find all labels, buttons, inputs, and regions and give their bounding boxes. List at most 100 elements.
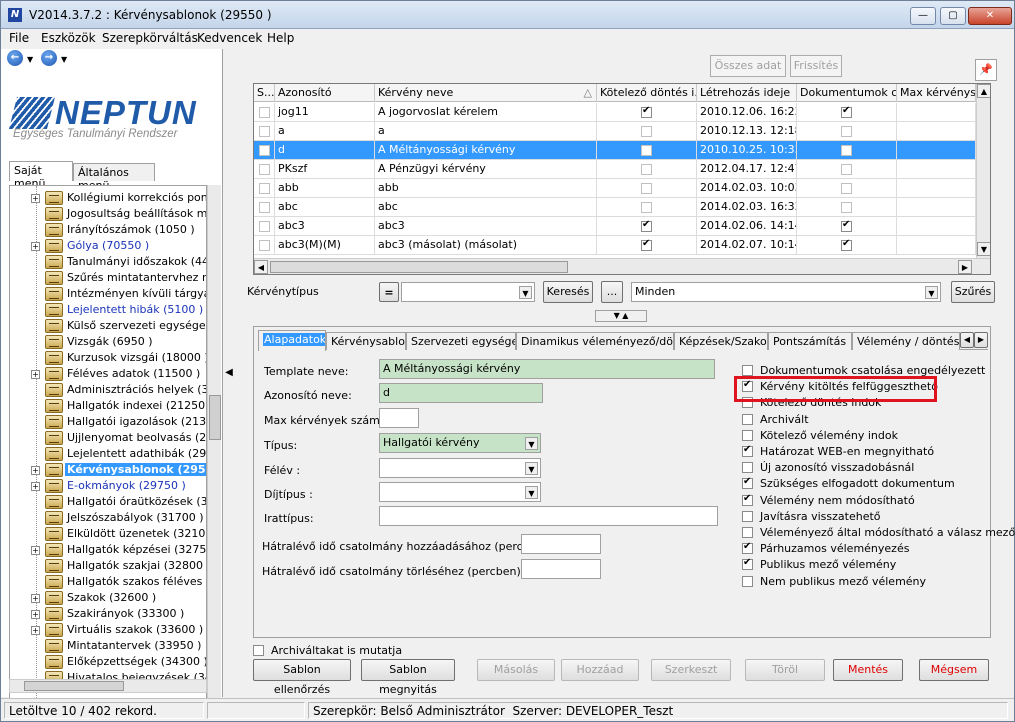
pin-icon[interactable]: 📌 bbox=[975, 59, 997, 81]
tab-sajat-menu[interactable]: Saját menü bbox=[9, 161, 73, 190]
expand-icon[interactable]: + bbox=[31, 482, 40, 491]
tree-item[interactable]: + Féléves adatok (11500 ) bbox=[10, 366, 206, 382]
col-azonosito[interactable]: Azonosító bbox=[275, 84, 375, 102]
back-arrow-icon[interactable]: ← bbox=[7, 50, 23, 66]
scroll-left-icon[interactable]: ◀ bbox=[254, 260, 268, 274]
tree-item[interactable]: Hallgatók indexei (21250 ) bbox=[10, 398, 206, 414]
tree-item[interactable]: Vizsgák (6950 ) bbox=[10, 334, 206, 350]
kotelezo-checkbox[interactable] bbox=[641, 125, 652, 137]
frissites-button[interactable]: Frissítés bbox=[790, 55, 842, 77]
kervenytipus-select[interactable]: ▼ bbox=[401, 282, 535, 302]
col-kerveny-neve[interactable]: Kérvény neve △ bbox=[375, 84, 597, 102]
more-button[interactable]: ... bbox=[601, 281, 623, 303]
tree-item[interactable]: Intézményen kívüli tárgyak (4 bbox=[10, 286, 206, 302]
row-select-checkbox[interactable] bbox=[258, 239, 270, 251]
tab-scroll-right-icon[interactable]: ▶ bbox=[974, 332, 988, 348]
tree-scroll-thumb[interactable] bbox=[209, 395, 221, 440]
option-checkbox[interactable] bbox=[742, 462, 753, 474]
template-nev-field[interactable]: A Méltányossági kérvény bbox=[379, 359, 715, 379]
kereses-button[interactable]: Keresés bbox=[543, 281, 593, 303]
tree-item[interactable]: Külső szervezeti egységek (6 bbox=[10, 318, 206, 334]
dokumentumok-checkbox[interactable] bbox=[841, 105, 852, 118]
tree-item[interactable]: Lejelentett adathibák (29450 bbox=[10, 446, 206, 462]
action-button[interactable]: Másolás bbox=[477, 659, 555, 681]
row-select-checkbox[interactable] bbox=[258, 182, 270, 194]
forward-arrow-icon[interactable]: → bbox=[41, 50, 57, 66]
tree-hscroll-thumb[interactable] bbox=[24, 681, 124, 691]
col-max-kervenyszam[interactable]: Max kérvénysz bbox=[897, 84, 976, 102]
tab-pontszamitas[interactable]: Pontszámítás bbox=[768, 332, 852, 350]
dokumentumok-checkbox[interactable] bbox=[841, 125, 852, 137]
kotelezo-checkbox[interactable] bbox=[641, 238, 652, 251]
osszes-adat-button[interactable]: Összes adat bbox=[710, 55, 786, 77]
row-select-checkbox[interactable] bbox=[258, 220, 270, 232]
minimize-button[interactable]: — bbox=[910, 7, 936, 25]
action-button[interactable]: Mentés bbox=[833, 659, 903, 681]
expand-icon[interactable]: + bbox=[31, 370, 40, 379]
tree-item[interactable]: Lejelentett hibák (5100 ) bbox=[10, 302, 206, 318]
grid-vertical-scrollbar[interactable]: ▲ ▼ bbox=[976, 84, 990, 258]
tab-altalanos-menu[interactable]: Általános menü bbox=[73, 163, 155, 192]
dijtipus-select[interactable]: ▼ bbox=[379, 482, 541, 502]
tree-item[interactable]: Mintatantervek (33950 ) bbox=[10, 638, 206, 654]
tree-item[interactable]: Jelszószabályok (31700 ) bbox=[10, 510, 206, 526]
option-checkbox[interactable] bbox=[742, 510, 753, 522]
scroll-up-icon[interactable]: ▲ bbox=[977, 84, 990, 98]
torles-ido-field[interactable] bbox=[521, 559, 601, 579]
tree-item[interactable]: Ujjlenyomat beolvasás (29300 bbox=[10, 430, 206, 446]
table-row[interactable]: aa 2010.12.13. 12:18:1 bbox=[254, 122, 976, 141]
col-letrehozas-ideje[interactable]: Létrehozás ideje bbox=[697, 84, 797, 102]
col-kotelezo-dontes[interactable]: Kötelező döntés i... bbox=[597, 84, 697, 102]
table-row[interactable]: abbabb 2014.02.03. 10:03:3 bbox=[254, 179, 976, 198]
hozzaadas-ido-field[interactable] bbox=[521, 534, 601, 554]
row-select-checkbox[interactable] bbox=[258, 106, 270, 118]
col-s[interactable]: S... bbox=[254, 84, 275, 102]
szures-button[interactable]: Szűrés bbox=[951, 281, 995, 303]
expand-icon[interactable]: + bbox=[31, 626, 40, 635]
forward-dropdown-icon[interactable]: ▼ bbox=[61, 55, 67, 64]
tipus-select[interactable]: Hallgatói kérvény ▼ bbox=[379, 433, 541, 453]
max-kervenyek-field[interactable] bbox=[379, 408, 419, 428]
menu-help[interactable]: Help bbox=[267, 31, 294, 45]
tree-item[interactable]: Elküldött üzenetek (32100 ) bbox=[10, 526, 206, 542]
row-select-checkbox[interactable] bbox=[258, 144, 270, 156]
option-checkbox[interactable] bbox=[742, 575, 753, 587]
tree-item[interactable]: Adminisztrációs helyek (3600 bbox=[10, 382, 206, 398]
action-button[interactable]: Sablon megnyitás bbox=[361, 659, 455, 696]
menu-kedvencek[interactable]: Kedvencek bbox=[197, 31, 262, 45]
action-button[interactable]: Töröl bbox=[745, 659, 825, 681]
table-row[interactable]: PKszfA Pénzügyi kérvény 2012.04.17. 12:47… bbox=[254, 160, 976, 179]
option-checkbox[interactable] bbox=[742, 541, 753, 555]
expand-icon[interactable]: + bbox=[31, 546, 40, 555]
tree-item[interactable]: + Hallgatók képzései (32750 ) bbox=[10, 542, 206, 558]
tree-horizontal-scrollbar[interactable] bbox=[9, 679, 207, 693]
expand-icon[interactable]: + bbox=[31, 466, 40, 475]
tab-scroll-left-icon[interactable]: ◀ bbox=[960, 332, 974, 348]
expand-icon[interactable]: + bbox=[31, 594, 40, 603]
back-dropdown-icon[interactable]: ▼ bbox=[27, 55, 33, 64]
kotelezo-checkbox[interactable] bbox=[641, 144, 652, 156]
tab-kervenysablon[interactable]: Kérvénysablon bbox=[326, 332, 406, 350]
menu-eszkozok[interactable]: Eszközök bbox=[41, 31, 96, 45]
option-checkbox[interactable] bbox=[742, 476, 753, 490]
table-row[interactable]: abc3(M)(M)abc3 (másolat) (másolat) 2014.0… bbox=[254, 236, 976, 255]
tree-item[interactable]: + Virtuális szakok (33600 ) bbox=[10, 622, 206, 638]
option-checkbox[interactable] bbox=[742, 429, 753, 441]
kotelezo-checkbox[interactable] bbox=[641, 201, 652, 213]
panel-collapse-arrow-icon[interactable]: ◀ bbox=[223, 361, 235, 385]
dokumentumok-checkbox[interactable] bbox=[841, 238, 852, 251]
tab-szervezeti-egysegek[interactable]: Szervezeti egységek bbox=[406, 332, 516, 350]
scroll-right-icon[interactable]: ▶ bbox=[958, 260, 972, 274]
tree-item[interactable]: Hallgatói igazolások (21300 ) bbox=[10, 414, 206, 430]
tree-item[interactable]: Irányítószámok (1050 ) bbox=[10, 222, 206, 238]
table-row[interactable]: dA Méltányossági kérvény 2010.10.25. 10:3… bbox=[254, 141, 976, 160]
option-checkbox[interactable] bbox=[742, 413, 753, 425]
archived-checkbox[interactable] bbox=[253, 645, 264, 656]
option-checkbox[interactable] bbox=[742, 365, 753, 376]
action-button[interactable]: Szerkeszt bbox=[651, 659, 731, 681]
kotelezo-checkbox[interactable] bbox=[641, 182, 652, 194]
menu-szerepkorvaltas[interactable]: Szerepkörváltás bbox=[102, 31, 198, 45]
row-select-checkbox[interactable] bbox=[258, 125, 270, 137]
panel-splitter-icon[interactable]: ▼ ▲ bbox=[595, 310, 647, 322]
tree-item[interactable]: Jogosultság beállítások megt bbox=[10, 206, 206, 222]
